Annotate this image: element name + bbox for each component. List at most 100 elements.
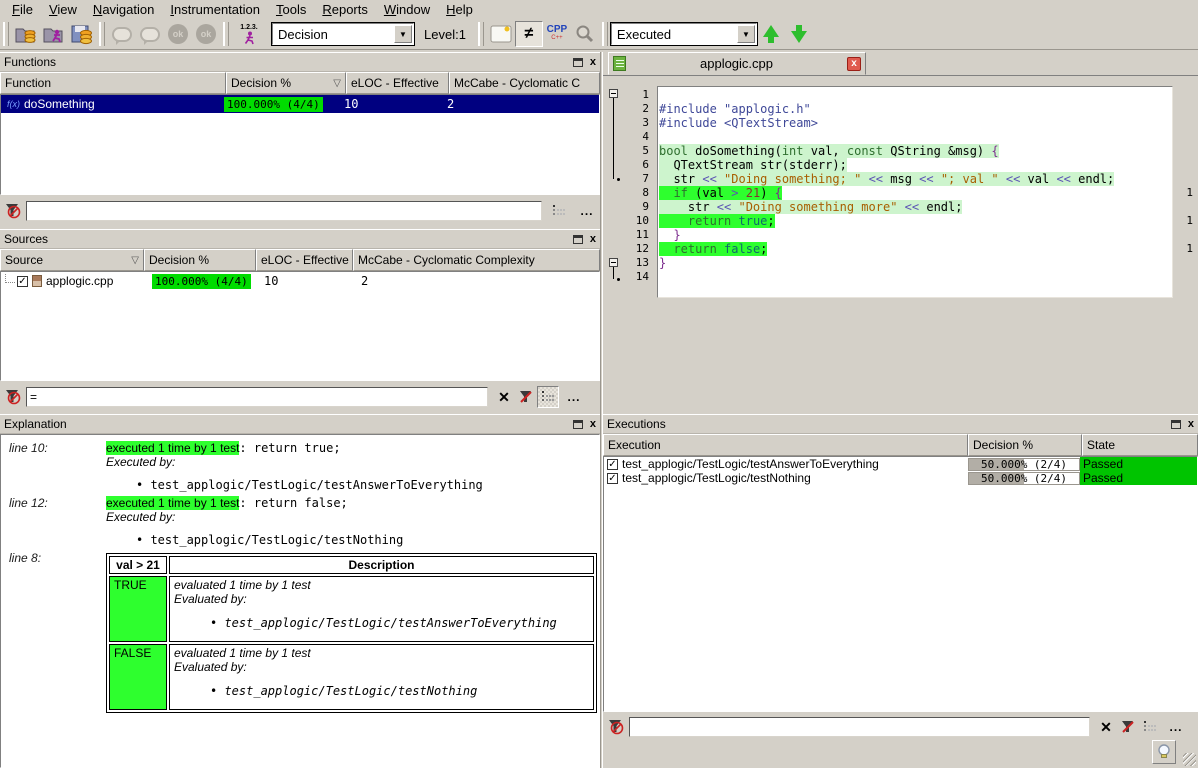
menu-help[interactable]: Help bbox=[438, 1, 481, 18]
add-comment-button[interactable] bbox=[108, 21, 136, 47]
close-panel-icon[interactable]: x bbox=[590, 235, 596, 244]
functions-table-body: f(x) doSomething 100.000% (4/4) 10 2 bbox=[0, 94, 600, 195]
toolbar-handle[interactable] bbox=[3, 22, 9, 46]
code-line-6[interactable]: 6 QTextStream str(stderr); bbox=[605, 158, 1197, 172]
tree-view-toggle-button[interactable] bbox=[548, 200, 570, 222]
hint-button[interactable] bbox=[1152, 740, 1176, 764]
execution-row-testAnswerToEverything[interactable]: test_applogic/TestLogic/testAnswerToEver… bbox=[604, 457, 1197, 471]
executions-filter-input[interactable] bbox=[629, 717, 1090, 737]
remove-comment-button[interactable] bbox=[136, 21, 164, 47]
open-execution-button[interactable] bbox=[40, 21, 68, 47]
code-line-4[interactable]: 4 bbox=[605, 130, 1197, 144]
remove-filter-button[interactable] bbox=[515, 386, 537, 408]
code-line-2[interactable]: 2#include "applogic.h" bbox=[605, 102, 1197, 116]
toolbar-handle[interactable] bbox=[602, 22, 608, 46]
test-reference: • test_applogic/TestLogic/testAnswerToEv… bbox=[210, 616, 589, 630]
code-line-12[interactable]: 12 return false;1 bbox=[605, 242, 1197, 256]
comparison-mode-button[interactable]: ≠ bbox=[515, 21, 543, 47]
green-down-arrow-icon bbox=[791, 25, 807, 43]
column-header-eloc[interactable]: eLOC - Effective bbox=[256, 249, 353, 271]
column-header-source[interactable]: Source▽ bbox=[0, 249, 144, 271]
cpp-preprocessor-button[interactable]: CPP C++ bbox=[543, 21, 571, 47]
code-line-1[interactable]: 1 bbox=[605, 88, 1197, 102]
filter-options-button[interactable]: ... bbox=[576, 200, 598, 222]
menu-file[interactable]: File bbox=[4, 1, 41, 18]
previous-match-button[interactable] bbox=[757, 21, 785, 47]
menu-instrumentation[interactable]: Instrumentation bbox=[162, 1, 268, 18]
clear-filter-button[interactable]: ✕ bbox=[1095, 716, 1117, 738]
close-panel-icon[interactable]: x bbox=[590, 58, 596, 67]
line-label: line 8: bbox=[9, 551, 106, 713]
source-checkbox[interactable] bbox=[17, 276, 28, 287]
chevron-down-icon[interactable]: ▼ bbox=[394, 25, 412, 43]
code-line-5[interactable]: 5bool doSomething(int val, const QString… bbox=[605, 144, 1197, 158]
toolbar-handle[interactable] bbox=[223, 22, 229, 46]
toolbar-handle[interactable] bbox=[99, 22, 105, 46]
toolbar-handle[interactable] bbox=[478, 22, 484, 46]
float-panel-icon[interactable] bbox=[573, 420, 583, 429]
clear-filter-button[interactable]: ✕ bbox=[493, 386, 515, 408]
executions-table-body: test_applogic/TestLogic/testAnswerToEver… bbox=[603, 456, 1198, 712]
column-header-decision[interactable]: Decision %▽ bbox=[226, 72, 346, 94]
menu-window[interactable]: Window bbox=[376, 1, 438, 18]
functions-filter-input[interactable] bbox=[26, 201, 542, 221]
float-panel-icon[interactable] bbox=[1171, 420, 1181, 429]
new-window-button[interactable] bbox=[487, 21, 515, 47]
resize-grip[interactable] bbox=[1183, 753, 1196, 766]
close-panel-icon[interactable]: x bbox=[590, 420, 596, 429]
function-name: doSomething bbox=[24, 97, 224, 111]
tab-close-icon[interactable]: x bbox=[847, 57, 861, 71]
code-line-13[interactable]: 13} bbox=[605, 256, 1197, 270]
execution-count-mode-button[interactable]: 1.2.3. bbox=[232, 21, 266, 47]
code-line-3[interactable]: 3#include <QTextStream> bbox=[605, 116, 1197, 130]
column-header-eloc[interactable]: eLOC - Effective bbox=[346, 72, 449, 94]
fold-collapse-icon[interactable] bbox=[609, 89, 618, 98]
remove-filter-button[interactable] bbox=[1117, 716, 1139, 738]
column-header-decision[interactable]: Decision % bbox=[144, 249, 256, 271]
column-header-decision[interactable]: Decision % bbox=[968, 434, 1082, 456]
explanation-panel: Explanation x line 10: executed 1 time b… bbox=[0, 414, 600, 768]
float-panel-icon[interactable] bbox=[573, 235, 583, 244]
code-line-10[interactable]: 10 return true;1 bbox=[605, 214, 1197, 228]
unvalidate-button[interactable]: ok bbox=[192, 21, 220, 47]
tab-applogic-cpp[interactable]: applogic.cpp x bbox=[608, 52, 866, 75]
code-line-9[interactable]: 9 str << "Doing something more" << endl; bbox=[605, 200, 1197, 214]
filter-options-button[interactable]: ... bbox=[563, 386, 585, 408]
function-row-doSomething[interactable]: f(x) doSomething 100.000% (4/4) 10 2 bbox=[1, 95, 599, 113]
menu-tools[interactable]: Tools bbox=[268, 1, 314, 18]
column-header-function[interactable]: Function bbox=[0, 72, 226, 94]
validate-button[interactable]: ok bbox=[164, 21, 192, 47]
close-panel-icon[interactable]: x bbox=[1188, 420, 1194, 429]
menu-navigation[interactable]: Navigation bbox=[85, 1, 162, 18]
execution-row-testNothing[interactable]: test_applogic/TestLogic/testNothing 50.0… bbox=[604, 471, 1197, 485]
code-line-11[interactable]: 11 } bbox=[605, 228, 1197, 242]
tree-view-toggle-button[interactable] bbox=[537, 386, 559, 408]
column-header-mccabe[interactable]: McCabe - Cyclomatic Complexity bbox=[353, 249, 600, 271]
save-button[interactable] bbox=[68, 21, 96, 47]
column-header-execution[interactable]: Execution bbox=[603, 434, 968, 456]
code-line-14[interactable]: 14 bbox=[605, 270, 1197, 284]
execution-checkbox[interactable] bbox=[607, 473, 618, 484]
executed-by-label: Executed by: bbox=[106, 455, 599, 469]
search-button[interactable] bbox=[571, 21, 599, 47]
filter-options-button[interactable]: ... bbox=[1165, 716, 1187, 738]
column-header-state[interactable]: State bbox=[1082, 434, 1198, 456]
float-panel-icon[interactable] bbox=[573, 58, 583, 67]
code-line-8[interactable]: 8 if (val > 21) {1 bbox=[605, 186, 1197, 200]
tree-view-toggle-button[interactable] bbox=[1139, 716, 1161, 738]
next-match-button[interactable] bbox=[785, 21, 813, 47]
functions-filter-bar: ... bbox=[0, 198, 600, 224]
fold-collapse-icon[interactable] bbox=[609, 258, 618, 267]
execution-checkbox[interactable] bbox=[607, 459, 618, 470]
menu-reports[interactable]: Reports bbox=[314, 1, 376, 18]
code-line-7[interactable]: 7 str << "Doing something; " << msg << "… bbox=[605, 172, 1197, 186]
sources-filter-input[interactable] bbox=[26, 387, 488, 407]
execution-state-combo[interactable]: Executed ▼ bbox=[611, 23, 757, 45]
menu-view[interactable]: View bbox=[41, 1, 85, 18]
open-project-button[interactable] bbox=[12, 21, 40, 47]
condition-table: val > 21 Description TRUE evaluated 1 ti… bbox=[106, 553, 597, 713]
column-header-mccabe[interactable]: McCabe - Cyclomatic C bbox=[449, 72, 600, 94]
chevron-down-icon[interactable]: ▼ bbox=[737, 25, 755, 43]
source-row-applogic[interactable]: applogic.cpp 100.000% (4/4) 10 2 bbox=[1, 272, 599, 290]
coverage-mode-combo[interactable]: Decision ▼ bbox=[272, 23, 414, 45]
